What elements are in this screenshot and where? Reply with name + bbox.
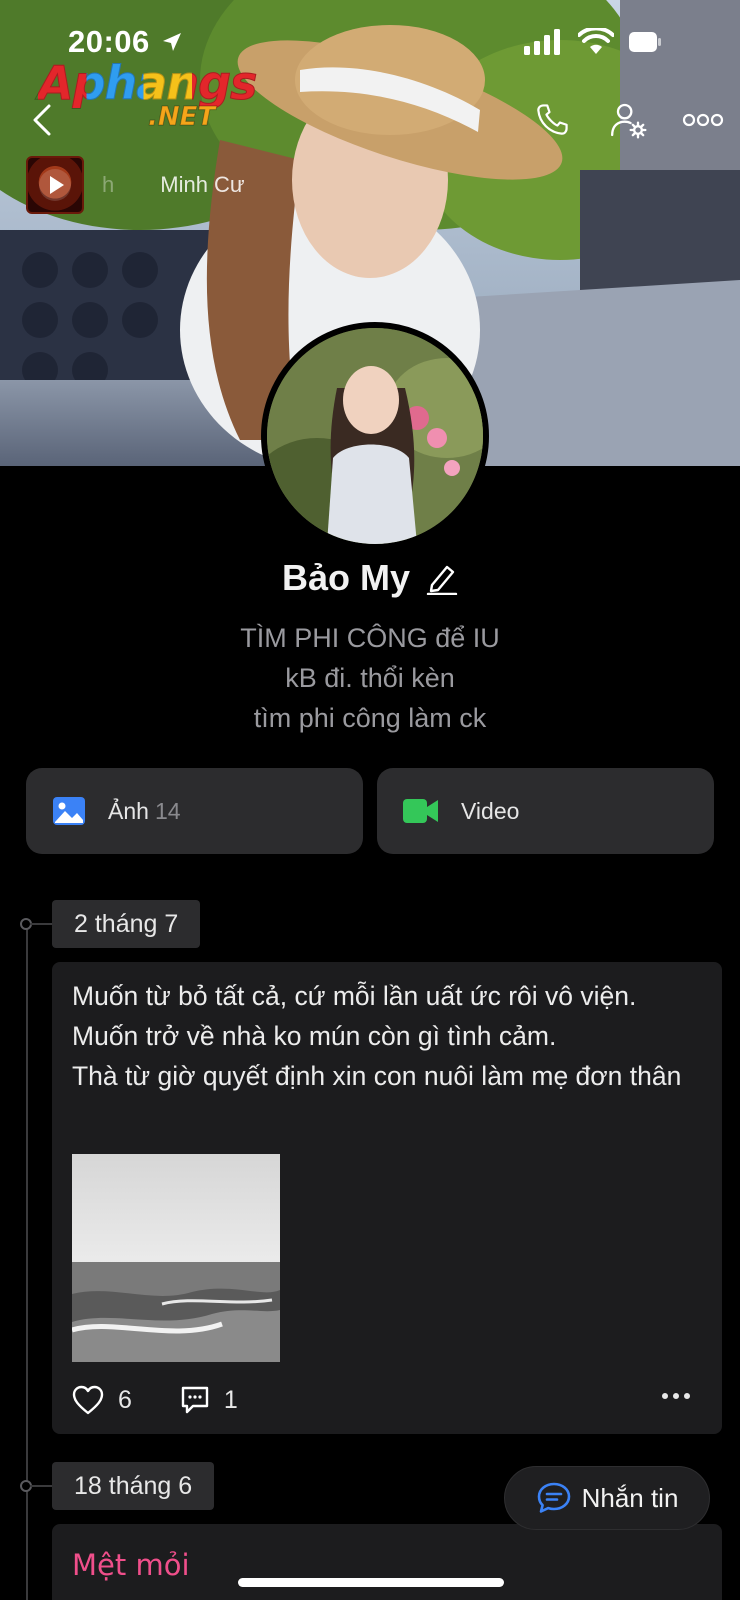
more-options-button[interactable]	[678, 96, 728, 144]
post-title: Mệt mỏi	[72, 1548, 190, 1582]
bio-line: tìm phi công làm ck	[253, 703, 487, 733]
message-button[interactable]: Nhắn tin	[504, 1466, 710, 1530]
post-date: 2 tháng 7	[52, 900, 201, 948]
photos-button[interactable]: Ảnh 14	[26, 768, 363, 854]
photos-label: Ảnh 14	[108, 798, 181, 825]
user-gear-icon	[611, 103, 647, 139]
post-image-sea	[72, 1154, 280, 1362]
phone-icon	[537, 104, 568, 135]
post-text-line: Muốn trở về nhà ko mún còn gì tình cảm.	[72, 1021, 557, 1051]
back-button[interactable]	[22, 96, 62, 144]
profile-name-row: Bảo My	[0, 552, 740, 604]
bio-line: TÌM PHI CÔNG để IU	[240, 623, 500, 653]
chat-bubble-icon	[537, 1482, 570, 1513]
post-text-line: Thà từ giờ quyết định xin con nuôi làm m…	[72, 1061, 682, 1091]
post-text: Muốn từ bỏ tất cả, cứ mỗi lần uất ức rôi…	[72, 976, 702, 1096]
chevron-left-icon	[33, 104, 51, 136]
avatar[interactable]	[261, 322, 489, 550]
wifi-icon	[578, 28, 614, 54]
music-title: h Minh Cư	[102, 172, 272, 198]
post-actions: 6 1	[72, 1380, 692, 1420]
comment-count: 1	[223, 1385, 238, 1414]
music-thumbnail	[26, 156, 84, 214]
more-horizontal-icon	[662, 1393, 690, 1399]
media-buttons: Ảnh 14 Video	[26, 768, 714, 854]
post-more-button[interactable]	[660, 1388, 692, 1406]
avatar-photo	[267, 328, 483, 544]
signal-icon	[524, 29, 560, 55]
post-text-line: Muốn từ bỏ tất cả, cứ mỗi lần uất ức rôi…	[72, 981, 637, 1011]
play-icon	[39, 169, 71, 201]
like-button[interactable]: 6	[72, 1385, 132, 1415]
top-nav	[0, 96, 740, 148]
video-camera-icon	[403, 799, 438, 823]
timeline-line	[26, 924, 28, 1600]
video-button[interactable]: Video	[377, 768, 714, 854]
like-count: 6	[118, 1385, 132, 1414]
timeline-connector	[30, 1485, 52, 1487]
photo-icon	[53, 797, 85, 825]
photos-count: 14	[154, 797, 181, 824]
bio-line: kB đi. thổi kèn	[285, 663, 455, 693]
post-card[interactable]: Muốn từ bỏ tất cả, cứ mỗi lần uất ức rôi…	[52, 962, 722, 1434]
edit-pencil-icon[interactable]	[426, 561, 458, 595]
profile-music[interactable]: h Minh Cư	[26, 156, 272, 214]
profile-bio: TÌM PHI CÔNG để IU kB đi. thổi kèn tìm p…	[0, 618, 740, 738]
photos-label-text: Ảnh	[108, 797, 149, 824]
video-label: Video	[461, 797, 520, 824]
post-image[interactable]	[72, 1154, 280, 1362]
battery-icon	[629, 32, 661, 52]
status-time: 20:06	[68, 24, 150, 59]
call-button[interactable]	[528, 96, 576, 144]
message-button-label: Nhắn tin	[581, 1482, 679, 1513]
home-indicator[interactable]	[238, 1578, 504, 1587]
heart-icon	[72, 1385, 104, 1415]
comment-button[interactable]: 1	[180, 1385, 238, 1415]
comment-icon	[181, 1386, 209, 1414]
post-card[interactable]: Mệt mỏi	[52, 1524, 722, 1600]
location-arrow-icon	[163, 33, 181, 51]
more-horizontal-icon	[682, 113, 724, 127]
timeline-connector	[30, 923, 52, 925]
post-date: 18 tháng 6	[52, 1462, 215, 1510]
music-title-fade: h	[102, 172, 115, 197]
music-title-text: Minh Cư	[160, 172, 245, 197]
profile-name: Bảo My	[281, 557, 411, 598]
profile-settings-button[interactable]	[604, 96, 652, 144]
